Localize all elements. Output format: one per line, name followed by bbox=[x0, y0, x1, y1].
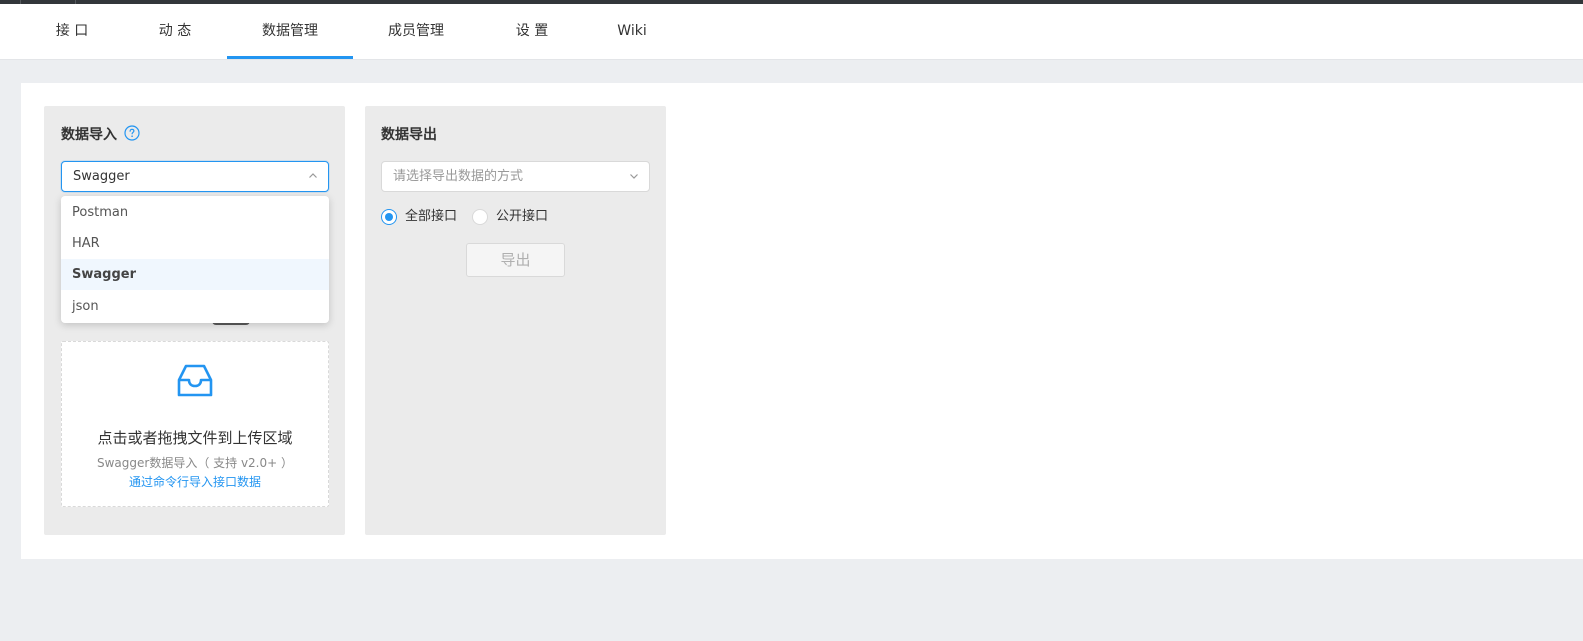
tab-activity[interactable]: 动 态 bbox=[147, 4, 203, 59]
chevron-down-icon bbox=[630, 174, 638, 179]
export-type-placeholder: 请选择导出数据的方式 bbox=[393, 169, 524, 184]
tab-settings[interactable]: 设 置 bbox=[504, 4, 560, 59]
inbox-icon bbox=[177, 364, 213, 397]
project-tabs: 接 口 动 态 数据管理 成员管理 设 置 Wiki bbox=[0, 4, 1583, 60]
radio-all-interfaces-label: 全部接口 bbox=[405, 209, 458, 224]
import-type-dropdown: Postman HAR Swagger json bbox=[61, 196, 329, 323]
import-type-value: Swagger bbox=[73, 169, 130, 184]
radio-circle bbox=[472, 209, 488, 225]
data-export-title: 数据导出 bbox=[381, 127, 437, 143]
upload-hint: Swagger数据导入（ 支持 v2.0+ ） bbox=[96, 456, 294, 470]
tab-interface[interactable]: 接 口 bbox=[44, 4, 100, 59]
option-har[interactable]: HAR bbox=[61, 228, 329, 259]
import-type-select[interactable]: Swagger bbox=[61, 161, 329, 192]
question-circle-icon[interactable] bbox=[124, 125, 140, 141]
option-json[interactable]: json bbox=[61, 291, 329, 322]
data-import-title-text: 数据导入 bbox=[61, 127, 117, 143]
option-swagger[interactable]: Swagger bbox=[61, 259, 329, 290]
chevron-up-icon bbox=[309, 173, 317, 178]
radio-public-interfaces-label: 公开接口 bbox=[496, 209, 549, 224]
tab-wiki[interactable]: Wiki bbox=[604, 4, 660, 59]
tab-data-management[interactable]: 数据管理 bbox=[227, 4, 353, 59]
cli-import-link[interactable]: 通过命令行导入接口数据 bbox=[62, 473, 328, 490]
upload-dropzone[interactable]: 点击或者拖拽文件到上传区域 Swagger数据导入（ 支持 v2.0+ ） 通过… bbox=[61, 341, 329, 507]
export-type-select[interactable]: 请选择导出数据的方式 bbox=[381, 161, 650, 192]
export-button[interactable]: 导出 bbox=[466, 243, 565, 277]
tab-member-management[interactable]: 成员管理 bbox=[376, 4, 456, 59]
active-tab-indicator bbox=[227, 56, 353, 59]
upload-main-text: 点击或者拖拽文件到上传区域 bbox=[97, 429, 293, 447]
option-postman[interactable]: Postman bbox=[61, 197, 329, 228]
radio-circle bbox=[381, 209, 397, 225]
data-import-title: 数据导入 bbox=[61, 124, 117, 144]
